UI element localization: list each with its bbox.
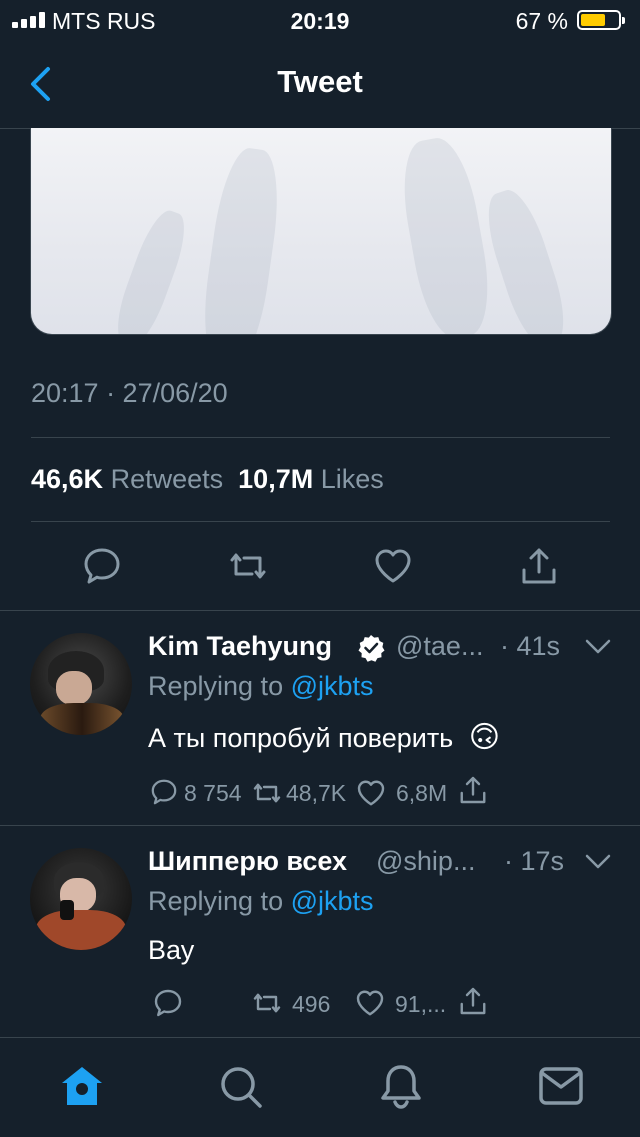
reply-author-handle[interactable]: @tae... [396, 631, 483, 662]
reply-tweet[interactable]: Kim Taehyung @tae... · 41s Replying to @… [0, 611, 640, 825]
likes-label[interactable]: Likes [321, 464, 384, 494]
likes-count[interactable]: 10,7M [238, 464, 313, 494]
replying-to-prefix: Replying to [148, 886, 284, 916]
replying-to-link[interactable]: @jkbts [291, 671, 374, 701]
retweet-count: 496 [292, 991, 331, 1017]
reply-icon[interactable] [153, 988, 183, 1018]
like-heart-icon[interactable] [373, 546, 413, 586]
reply-tweet[interactable]: Шипперю всех @ship... · 17s Replying to … [0, 826, 640, 1036]
avatar[interactable] [30, 848, 132, 950]
chevron-down-icon[interactable] [585, 639, 611, 655]
reply-author-handle[interactable]: @ship... [376, 846, 475, 877]
reply-icon[interactable] [82, 546, 122, 586]
like-heart-icon[interactable] [355, 988, 385, 1018]
divider [31, 521, 610, 522]
reply-age: · 17s [504, 846, 565, 876]
divider [31, 437, 610, 438]
notifications-bell-icon[interactable] [380, 1063, 422, 1109]
tweet-stats: 46,6K Retweets 10,7M Likes [31, 464, 384, 495]
search-icon[interactable] [219, 1065, 263, 1109]
retweet-icon[interactable] [252, 778, 282, 808]
messages-envelope-icon[interactable] [539, 1067, 583, 1105]
reply-age: · 41s [500, 631, 561, 661]
retweet-icon[interactable] [228, 546, 268, 586]
reply-icon[interactable] [150, 778, 178, 806]
retweets-count[interactable]: 46,6K [31, 464, 103, 494]
share-icon[interactable] [519, 546, 559, 586]
replying-to-link[interactable]: @jkbts [291, 886, 374, 916]
battery-icon [577, 10, 625, 30]
verified-badge-icon [358, 635, 385, 662]
replying-to-line: Replying to @jkbts [148, 671, 374, 702]
reply-text: А ты попробуй поверить 🙃 [148, 720, 500, 755]
home-icon[interactable] [60, 1065, 104, 1107]
reply-count: 8 754 [184, 780, 242, 806]
share-icon[interactable] [458, 775, 488, 805]
tab-bar [0, 1037, 640, 1137]
battery-percent: 67 % [515, 8, 568, 34]
like-count: 6,8M [396, 780, 448, 806]
retweets-label[interactable]: Retweets [111, 464, 224, 494]
replying-to-prefix: Replying to [148, 671, 284, 701]
like-count: 91,... [395, 991, 447, 1017]
retweet-icon[interactable] [252, 988, 282, 1018]
avatar[interactable] [30, 633, 132, 735]
reply-text-content: А ты попробуй поверить [148, 723, 454, 753]
page-title: Tweet [277, 64, 363, 99]
retweet-count: 48,7K [286, 780, 347, 806]
like-heart-icon[interactable] [356, 778, 386, 808]
reply-text: Вау [148, 935, 195, 965]
reply-author-name[interactable]: Шипперю всех [148, 846, 347, 877]
share-icon[interactable] [458, 986, 488, 1016]
upside-down-face-emoji: 🙃 [468, 721, 501, 754]
status-bar: MTS RUS 20:19 67 % [0, 0, 640, 42]
replying-to-line: Replying to @jkbts [148, 886, 374, 917]
chevron-down-icon[interactable] [585, 854, 611, 870]
reply-author-name[interactable]: Kim Taehyung [148, 631, 332, 662]
tweet-media-image[interactable] [30, 128, 612, 335]
tweet-timestamp: 20:17 · 27/06/20 [31, 378, 228, 408]
